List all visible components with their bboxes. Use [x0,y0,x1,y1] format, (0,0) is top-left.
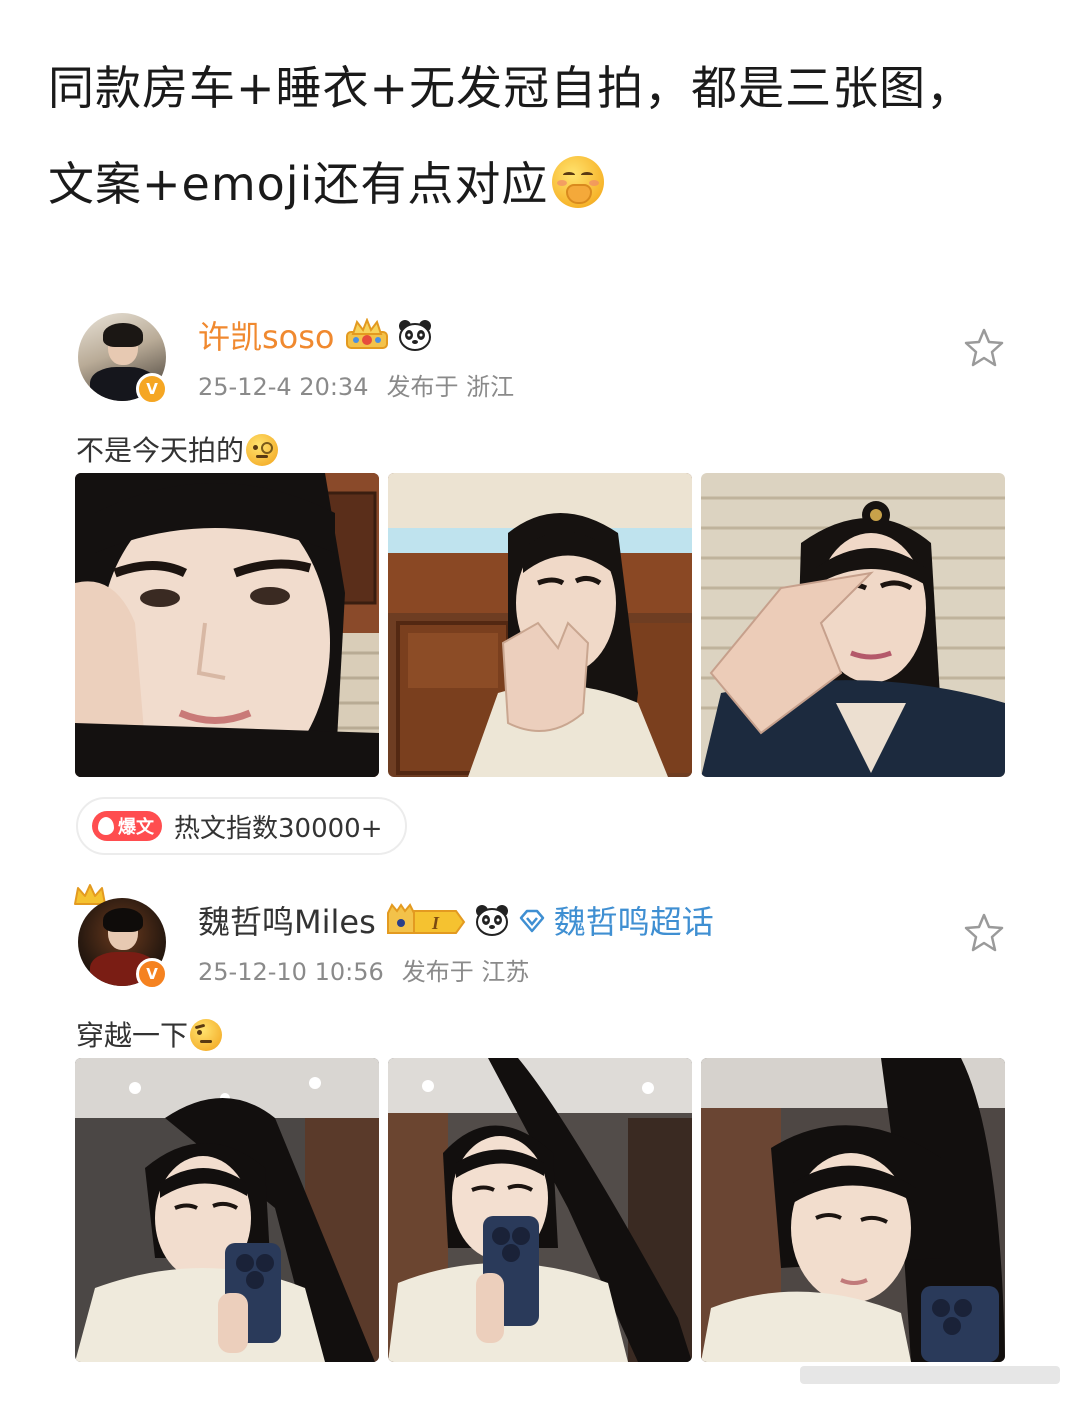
photo-grid [75,1058,1005,1362]
caption-text: 穿越一下 [76,1019,189,1052]
level-badge-text: I [431,913,440,933]
post-caption: 穿越一下 [76,1014,223,1054]
selfie-photo-2[interactable] [388,1058,692,1362]
hot-tag: 爆文 [92,811,162,841]
verified-badge-icon: V [136,958,168,990]
username-row: 许凯soso [198,315,433,359]
supertopic-diamond-icon [519,909,545,933]
raised-eyebrow-emoji-icon [190,1019,223,1051]
post-caption: 不是今天拍的 [76,429,279,469]
headline: 同款房车+睡衣+无发冠自拍，都是三张图， 文案+emoji还有点对应 [48,40,1048,232]
level-badge-icon: I [386,903,466,934]
username[interactable]: 魏哲鸣Miles [198,903,376,941]
watermark-logo [800,1366,1060,1384]
hot-article-chip[interactable]: 爆文 热文指数30000+ [76,797,407,855]
username-row: 魏哲鸣Miles I 魏哲鸣超话 [198,900,714,944]
flame-icon [98,817,114,835]
hot-index-text: 热文指数30000+ [174,813,383,844]
hot-tag-label: 爆文 [118,817,154,838]
post-meta: 25-12-4 20:34 发布于 浙江 [198,367,514,402]
selfie-photo-2[interactable] [388,473,692,777]
headline-line-2-text: 文案+emoji还有点对应 [48,157,549,211]
favorite-star-icon[interactable] [962,910,1006,954]
selfie-photo-1[interactable] [75,1058,379,1362]
hand-over-mouth-emoji-icon [552,156,605,208]
post-meta: 25-12-10 10:56 发布于 江苏 [198,952,529,987]
monocle-face-emoji-icon [246,434,279,466]
favorite-star-icon[interactable] [962,325,1006,369]
caption-text: 不是今天拍的 [76,434,245,467]
panda-icon [475,905,508,936]
timestamp: 25-12-4 20:34 [198,373,369,401]
location: 发布于 浙江 [386,373,515,401]
timestamp: 25-12-10 10:56 [198,958,384,986]
selfie-photo-3[interactable] [701,473,1005,777]
selfie-photo-3[interactable] [701,1058,1005,1362]
supertopic-link[interactable]: 魏哲鸣超话 [554,903,714,941]
panda-icon [398,320,431,351]
username[interactable]: 许凯soso [198,318,335,356]
selfie-photo-1[interactable] [75,473,379,777]
verified-badge-icon: V [136,373,168,405]
vip-crown-icon [345,318,388,349]
location: 发布于 江苏 [401,958,530,986]
headline-line-2: 文案+emoji还有点对应 [48,136,1048,232]
photo-grid [75,473,1005,777]
headline-line-1: 同款房车+睡衣+无发冠自拍，都是三张图， [48,61,974,115]
